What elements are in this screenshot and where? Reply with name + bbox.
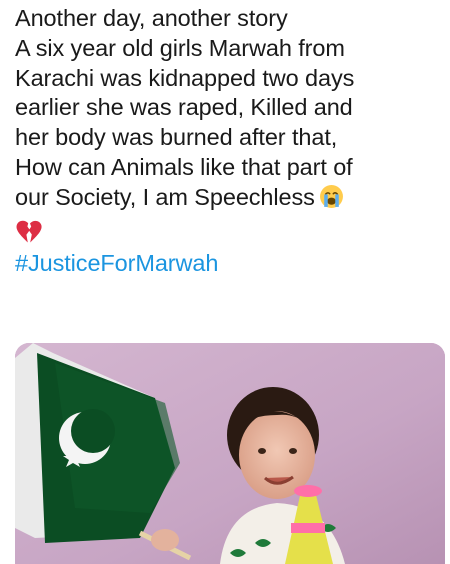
hashtag-link[interactable]: #JusticeForMarwah (15, 249, 445, 279)
broken-heart-emoji-icon (15, 219, 445, 249)
tweet-post: Another day, another story A six year ol… (0, 0, 450, 564)
tweet-line-1: Another day, another story (15, 5, 288, 31)
tweet-line-2: A six year old girls Marwah from (15, 34, 345, 61)
tweet-line-7: our Society, I am Speechless (15, 183, 315, 210)
tweet-line-7-wrap: our Society, I am Speechless (15, 183, 445, 217)
tweet-text: Another day, another story A six year ol… (15, 4, 445, 278)
crying-face-emoji-icon (319, 184, 344, 217)
tweet-media-photo[interactable] (15, 343, 445, 564)
tweet-line-6: How can Animals like that part of (15, 153, 353, 180)
tweet-line-5: her body was burned after that, (15, 124, 338, 151)
tweet-line-3: Karachi was kidnapped two days (15, 64, 355, 91)
photo-of-girl-with-pakistan-flag-icon (15, 343, 445, 564)
tweet-line-4: earlier she was raped, Killed and (15, 94, 353, 121)
